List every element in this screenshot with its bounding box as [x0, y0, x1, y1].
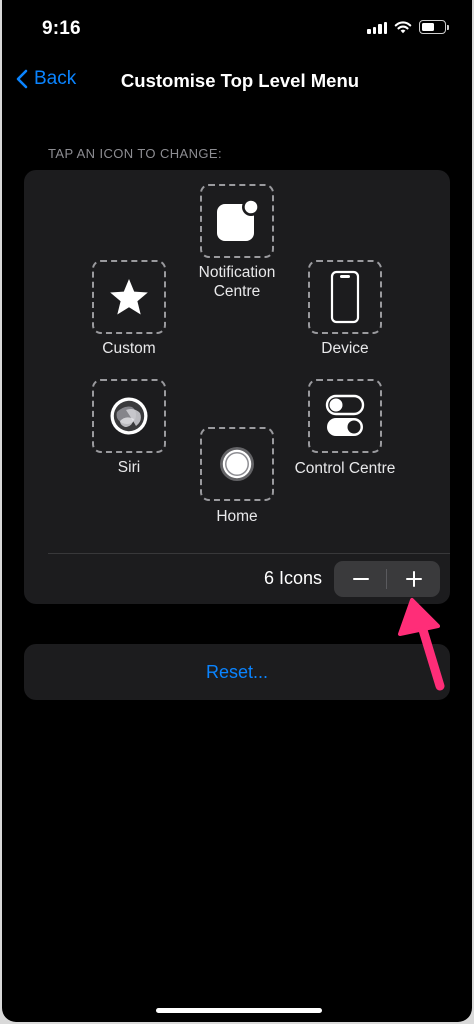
slot-label-control-centre: Control Centre [294, 460, 396, 477]
home-indicator [156, 1008, 322, 1013]
reset-label: Reset... [205, 661, 269, 682]
section-header: TAP AN ICON TO CHANGE: [48, 146, 222, 161]
status-time: 9:16 [42, 18, 81, 39]
home-icon [220, 447, 254, 481]
slot-custom[interactable] [92, 260, 166, 334]
status-bar: 9:16 [2, 0, 472, 52]
slot-siri[interactable] [92, 379, 166, 453]
siri-icon [110, 397, 148, 435]
slot-label-notification-centre: Notification Centre [198, 264, 276, 300]
divider [48, 553, 450, 554]
slot-label-custom: Custom [102, 340, 156, 357]
menu-layout-card: Notification Centre Custom Device Siri H… [24, 170, 450, 604]
minus-icon [352, 578, 369, 580]
annotation-arrow-icon [398, 598, 445, 691]
slot-label-siri: Siri [117, 459, 141, 476]
cellular-signal-icon [367, 20, 387, 34]
slot-notification-centre[interactable] [200, 184, 274, 258]
increment-button[interactable] [387, 561, 440, 597]
plus-icon [405, 571, 422, 587]
page-title: Customise Top Level Menu [120, 70, 360, 91]
slot-label-device: Device [321, 340, 369, 357]
navigation-bar: Back Customise Top Level Menu [2, 60, 472, 104]
notification-centre-icon [217, 198, 260, 241]
slot-device[interactable] [308, 260, 382, 334]
device-icon [330, 270, 360, 324]
decrement-button[interactable] [334, 561, 387, 597]
slot-home[interactable] [200, 427, 274, 501]
control-centre-icon [325, 394, 365, 436]
slot-label-home: Home [216, 508, 258, 525]
slot-control-centre[interactable] [308, 379, 382, 453]
battery-icon [419, 20, 449, 34]
icon-count-stepper[interactable] [334, 561, 440, 597]
stepper-separator [386, 569, 387, 589]
reset-button[interactable]: Reset... [24, 644, 450, 700]
status-icons [367, 20, 449, 34]
icon-count-label: 6 Icons [263, 568, 322, 588]
star-icon [110, 279, 148, 315]
phone-screen: 9:16 Back Customise Top Level Menu TAP A… [2, 0, 472, 1022]
wifi-icon [394, 21, 412, 34]
